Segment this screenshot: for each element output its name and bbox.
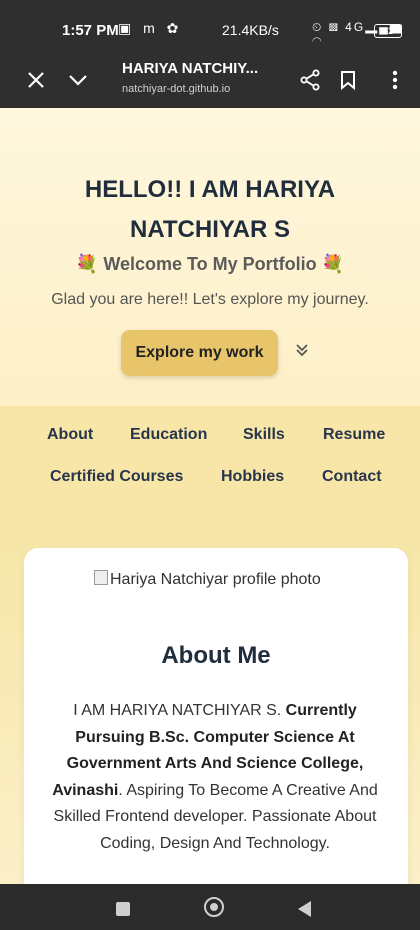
profile-photo: Hariya Natchiyar profile photo xyxy=(94,570,321,589)
about-card: Hariya Natchiyar profile photo About Me … xyxy=(24,548,408,884)
system-nav-bar xyxy=(0,884,420,930)
nav-item-hobbies[interactable]: Hobbies xyxy=(221,468,284,486)
nav-item-education[interactable]: Education xyxy=(130,426,207,444)
about-section: Hariya Natchiyar profile photo About Me … xyxy=(0,516,420,884)
web-page: HELLO!! I AM HARIYA NATCHIYAR S 💐 Welcom… xyxy=(0,108,420,884)
battery-icon: 52 xyxy=(374,24,402,38)
bookmark-icon[interactable] xyxy=(334,66,362,94)
status-bar: 1:57 PM ▣ m ✿ 21.4KB/s ⏲ ▩ 4G▂▄▆ ◠ 52 xyxy=(0,0,420,58)
nav-item-resume[interactable]: Resume xyxy=(323,426,385,444)
home-icon[interactable] xyxy=(204,897,224,917)
share-icon[interactable] xyxy=(296,66,324,94)
bio-intro: I AM HARIYA NATCHIYAR S. xyxy=(73,702,286,719)
nav-item-contact[interactable]: Contact xyxy=(322,468,382,486)
tagline-text: Glad you are here!! Let's explore my jou… xyxy=(51,291,369,308)
hero-section: HELLO!! I AM HARIYA NATCHIYAR S 💐 Welcom… xyxy=(0,108,420,406)
nav-item-skills[interactable]: Skills xyxy=(243,426,285,444)
site-nav: About Education Skills Resume Certified … xyxy=(0,406,420,516)
browser-toolbar: HARIYA NATCHIY... natchiyar-dot.github.i… xyxy=(0,58,420,108)
profile-photo-alt: Hariya Natchiyar profile photo xyxy=(110,571,321,588)
signal-label: 4G xyxy=(345,20,366,34)
more-menu-icon[interactable] xyxy=(381,66,409,94)
broken-image-icon xyxy=(94,570,108,585)
page-tab-title: HARIYA NATCHIY... xyxy=(122,60,259,77)
chevron-down-icon[interactable] xyxy=(64,66,92,94)
about-bio: I AM HARIYA NATCHIYAR S. Currently Pursu… xyxy=(40,698,390,857)
double-chevron-down-icon[interactable] xyxy=(294,342,310,363)
welcome-text: 💐 Welcome To My Portfolio 💐 xyxy=(75,254,345,274)
notification-icons: ▣ m ✿ xyxy=(118,20,183,36)
signal-wifi-icons: ⏲ ▩ 4G▂▄▆ ◠ xyxy=(312,20,404,49)
hero-heading: HELLO!! I AM HARIYA NATCHIYAR S xyxy=(84,176,336,243)
nav-item-about[interactable]: About xyxy=(47,426,93,444)
back-icon[interactable] xyxy=(298,901,311,917)
status-time: 1:57 PM xyxy=(62,22,119,39)
about-title: About Me xyxy=(161,642,271,669)
recent-apps-icon[interactable] xyxy=(116,902,130,916)
network-speed: 21.4KB/s xyxy=(222,22,279,38)
nav-item-certified-courses[interactable]: Certified Courses xyxy=(50,468,183,486)
page-url[interactable]: natchiyar-dot.github.io xyxy=(122,83,230,95)
explore-work-button[interactable]: Explore my work xyxy=(121,330,278,376)
close-icon[interactable] xyxy=(22,66,50,94)
